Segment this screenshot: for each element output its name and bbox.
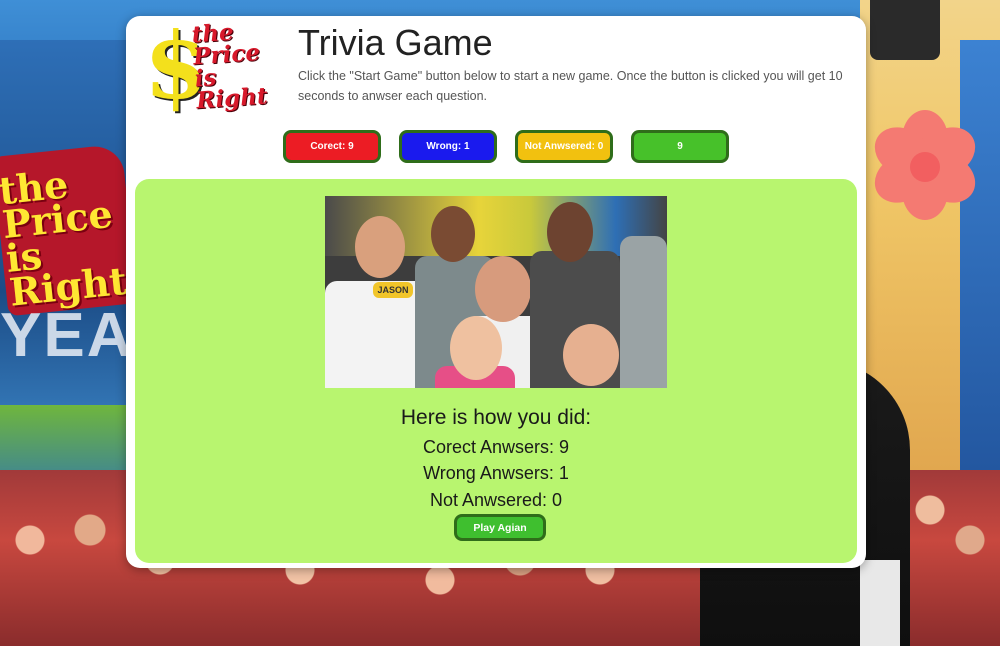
celebrating-audience-photo: JASON: [325, 196, 667, 388]
price-is-right-logo: $ the Price is Right: [144, 18, 270, 114]
game-card: $ the Price is Right Trivia Game Click t…: [126, 16, 866, 568]
not-answered-result: Not Anwsered: 0: [429, 490, 563, 510]
studio-right-strip: [960, 40, 1000, 470]
wrong-answers-result: Wrong Anwsers: 1: [423, 463, 569, 483]
wrong-count-badge: Wrong: 1: [399, 130, 497, 163]
page-title: Trivia Game: [298, 22, 493, 63]
results-panel: JASON Here is how you did: Corect Anwser…: [135, 179, 857, 563]
correct-answers-result: Corect Anwsers: 9: [422, 437, 570, 457]
play-again-button[interactable]: Play Agian: [454, 514, 546, 541]
timer-badge: 9: [631, 130, 729, 163]
flower-decoration: [865, 110, 985, 220]
results-heading: Here is how you did:: [400, 406, 592, 429]
game-instructions: Click the "Start Game" button below to s…: [298, 69, 843, 103]
score-bar: Corect: 9 Wrong: 1 Not Anwsered: 0 9: [283, 130, 729, 163]
host-shirt: [860, 560, 900, 646]
background-year-text: YEA: [0, 301, 134, 370]
background-logo-text: the Price is Right: [0, 161, 129, 314]
studio-lamp: [870, 0, 940, 60]
logo-wordmark: the Price is Right: [191, 19, 269, 115]
logo-word: Right: [195, 82, 269, 115]
not-answered-count-badge: Not Anwsered: 0: [515, 130, 613, 163]
correct-count-badge: Corect: 9: [283, 130, 381, 163]
name-badge: JASON: [373, 282, 413, 298]
